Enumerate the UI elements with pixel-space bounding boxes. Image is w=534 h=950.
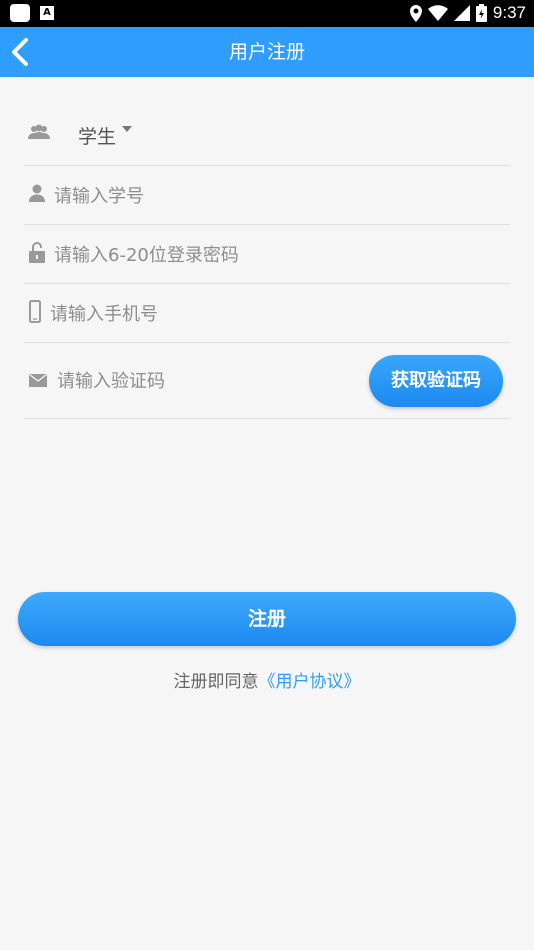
agreement-text: 注册即同意《用户协议》 (0, 667, 534, 692)
user-icon (29, 184, 45, 202)
users-icon (28, 124, 50, 139)
app-header: 用户注册 (0, 27, 534, 77)
status-bar: A 9:37 (0, 0, 534, 27)
student-id-field[interactable]: 请输入学号 (24, 165, 510, 225)
password-placeholder: 请输入6-20位登录密码 (54, 245, 239, 266)
agreement-prefix: 注册即同意 (173, 672, 259, 692)
app-notification-icon (10, 4, 30, 22)
phone-field[interactable]: 请输入手机号 (24, 283, 510, 343)
wifi-icon (427, 5, 448, 21)
unlock-icon (29, 242, 45, 263)
signal-icon (453, 5, 470, 21)
verification-code-placeholder: 请输入验证码 (57, 371, 165, 392)
location-icon (409, 4, 422, 22)
password-field[interactable]: 请输入6-20位登录密码 (24, 224, 510, 284)
envelope-icon (29, 374, 47, 387)
font-notification-icon: A (40, 6, 54, 20)
student-id-placeholder: 请输入学号 (54, 186, 144, 207)
mobile-phone-icon (29, 300, 41, 323)
page-title: 用户注册 (228, 41, 305, 63)
clock: 9:37 (492, 3, 526, 22)
get-verification-code-button[interactable]: 获取验证码 (369, 355, 503, 407)
role-select-value: 学生 (78, 126, 117, 148)
caret-down-icon (122, 126, 132, 132)
user-agreement-link[interactable]: 《用户协议》 (259, 672, 361, 692)
role-select[interactable]: 学生 (24, 106, 510, 166)
battery-icon (475, 4, 487, 22)
register-button[interactable]: 注册 (18, 592, 516, 646)
phone-placeholder: 请输入手机号 (50, 304, 158, 325)
